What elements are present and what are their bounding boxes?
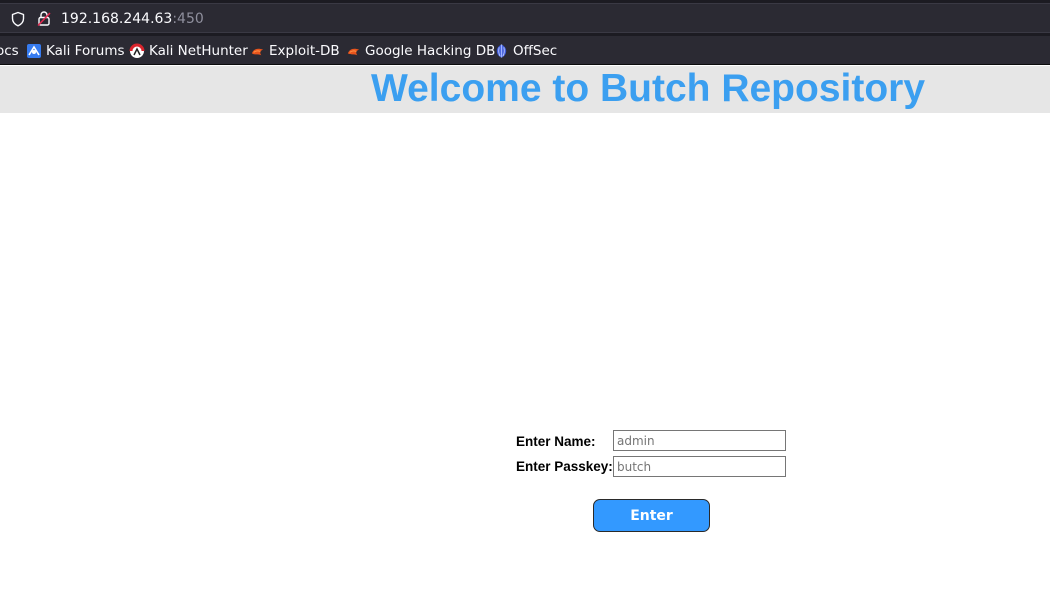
- exploit-db-icon: [251, 48, 264, 55]
- bookmark-label: Google Hacking DB: [365, 43, 496, 59]
- exploit-db-icon: [347, 48, 360, 55]
- bookmarks-toolbar: ocs Kali Forums Kali NetHunter Exploit-D…: [0, 36, 1050, 65]
- bookmark-label: Kali Forums: [46, 43, 125, 59]
- enter-button[interactable]: Enter: [593, 499, 710, 532]
- tracking-protection-shield-icon[interactable]: [10, 11, 26, 27]
- name-input[interactable]: [613, 430, 786, 451]
- name-label: Enter Name:: [516, 434, 596, 449]
- offsec-icon: [496, 44, 507, 58]
- address-bar[interactable]: 192.168.244.63:450: [0, 3, 1050, 33]
- bookmark-google-hacking-db[interactable]: Google Hacking DB: [346, 42, 495, 60]
- bookmark-label: Exploit-DB: [269, 43, 340, 59]
- bookmark-docs[interactable]: ocs: [0, 42, 19, 60]
- bookmark-kali-nethunter[interactable]: Kali NetHunter: [129, 42, 248, 60]
- passkey-label: Enter Passkey:: [516, 459, 613, 474]
- kali-forums-icon: [27, 44, 41, 58]
- kali-nethunter-icon: [129, 43, 145, 58]
- page-title: Welcome to Butch Repository: [371, 67, 926, 110]
- browser-toolbar: 192.168.244.63:450: [0, 0, 1050, 36]
- url-port: :450: [172, 11, 204, 27]
- bookmark-label: ocs: [0, 43, 19, 59]
- bookmark-exploit-db[interactable]: Exploit-DB: [250, 42, 340, 60]
- passkey-input[interactable]: [613, 456, 786, 477]
- bookmark-label: OffSec: [513, 43, 558, 59]
- bookmark-label: Kali NetHunter: [149, 43, 248, 59]
- bookmark-kali-forums[interactable]: Kali Forums: [26, 42, 125, 60]
- header-banner: Welcome to Butch Repository: [0, 66, 1050, 113]
- insecure-lock-icon[interactable]: [36, 10, 52, 27]
- bookmark-offsec[interactable]: OffSec: [494, 42, 557, 60]
- url-text[interactable]: 192.168.244.63:450: [61, 10, 204, 28]
- url-host: 192.168.244.63: [61, 11, 173, 27]
